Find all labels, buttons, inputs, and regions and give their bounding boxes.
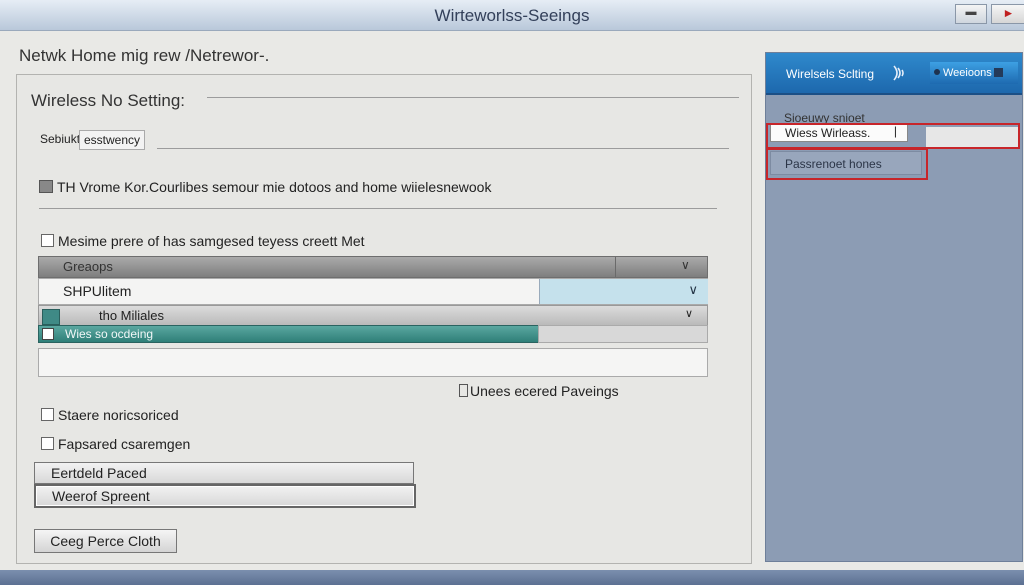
network-button-label: Weeioons [943,67,992,79]
grid-header[interactable]: Greaops ∨ [38,256,708,278]
sidebar-header: Wirelsels Sclting Weeioons [766,53,1022,95]
table-row[interactable]: tho Miliales ∨ [38,305,708,327]
row-label: SHPUlitem [63,283,132,299]
change-passcode-button[interactable]: Ceeg Perce Cloth [34,529,177,553]
divider [207,97,739,98]
sidebar-panel: Wirelsels Sclting Weeioons Sioeuwy snioe… [765,52,1023,562]
column-separator [615,257,616,277]
main-panel: Wireless No Setting: Sebiukt esstwency T… [16,74,752,564]
checkbox-row-share[interactable]: Staere noricsoriced [41,407,179,423]
checkbox-label: Fapsared csaremgen [58,436,191,452]
field-value: Eertdeld Paced [51,465,147,481]
checkbox-label: Staere noricsoriced [58,407,179,423]
minimize-button[interactable]: ▬ [955,4,987,24]
network-button[interactable]: Weeioons [930,62,1018,84]
row-label: Wies so ocdeing [65,327,154,341]
chevron-down-icon[interactable]: ∨ [681,258,690,272]
window-titlebar: Wirteworlss-Seeings ▬ ► [0,0,1024,31]
checkbox-row-password[interactable]: Fapsared csaremgen [41,436,190,452]
text-field[interactable]: Weerof Spreent [34,484,416,508]
table-row[interactable]: SHPUlitem ∨ [38,278,708,305]
checkbox-row-main[interactable]: Mesime prere of has samgesed teyess cree… [41,233,365,249]
close-icon: ► [1002,6,1015,20]
group-title: Wireless No Setting: [31,91,185,110]
checkbox-icon [42,328,54,340]
chevron-down-icon: ∨ [688,282,698,297]
divider [39,208,717,209]
network-icon [42,309,60,325]
chevron-down-icon: ∨ [684,308,693,320]
checkbox[interactable] [41,437,54,450]
checkbox[interactable] [41,408,54,421]
grid-header-label: Greaops [63,259,113,274]
advanced-link-label: Unees ecered Paveings [470,383,619,399]
sidebar-title: Wirelsels Sclting [786,67,875,81]
wifi-icon [890,64,910,82]
save-icon [993,68,1003,77]
description-text: TH Vrome Kor.Courlibes semour mie dotoos… [57,179,492,195]
checkbox-label: Mesime prere of has samgesed teyess cree… [58,233,365,249]
window-title: Wirteworlss-Seeings [434,6,590,25]
description-row: TH Vrome Kor.Courlibes semour mie dotoos… [39,179,491,195]
network-icon [39,180,53,193]
field-value: Weerof Spreent [52,488,150,504]
tab-security[interactable]: esstwency [79,130,146,150]
taskbar [0,570,1024,585]
checkbox[interactable] [41,234,54,247]
text-field[interactable]: Eertdeld Paced [34,462,414,484]
page-title: Netwk Home mig rew /Netrewor-. [19,46,270,65]
tab-setup[interactable]: Sebiukt [37,130,83,148]
document-icon [459,384,468,397]
table-cell [538,325,708,343]
advanced-settings-link[interactable]: Unees ecered Paveings [459,383,619,399]
tab-divider [157,148,729,149]
highlight-box [766,123,1020,149]
gear-icon [934,69,940,75]
row-label: tho Miliales [99,308,165,323]
table-row-selected[interactable]: Wies so ocdeing [38,325,540,343]
dropdown-select[interactable]: ∨ [539,279,708,304]
minimize-icon: ▬ [965,6,977,18]
close-button[interactable]: ► [991,4,1024,24]
text-field[interactable] [38,348,708,377]
highlight-box [766,148,928,180]
